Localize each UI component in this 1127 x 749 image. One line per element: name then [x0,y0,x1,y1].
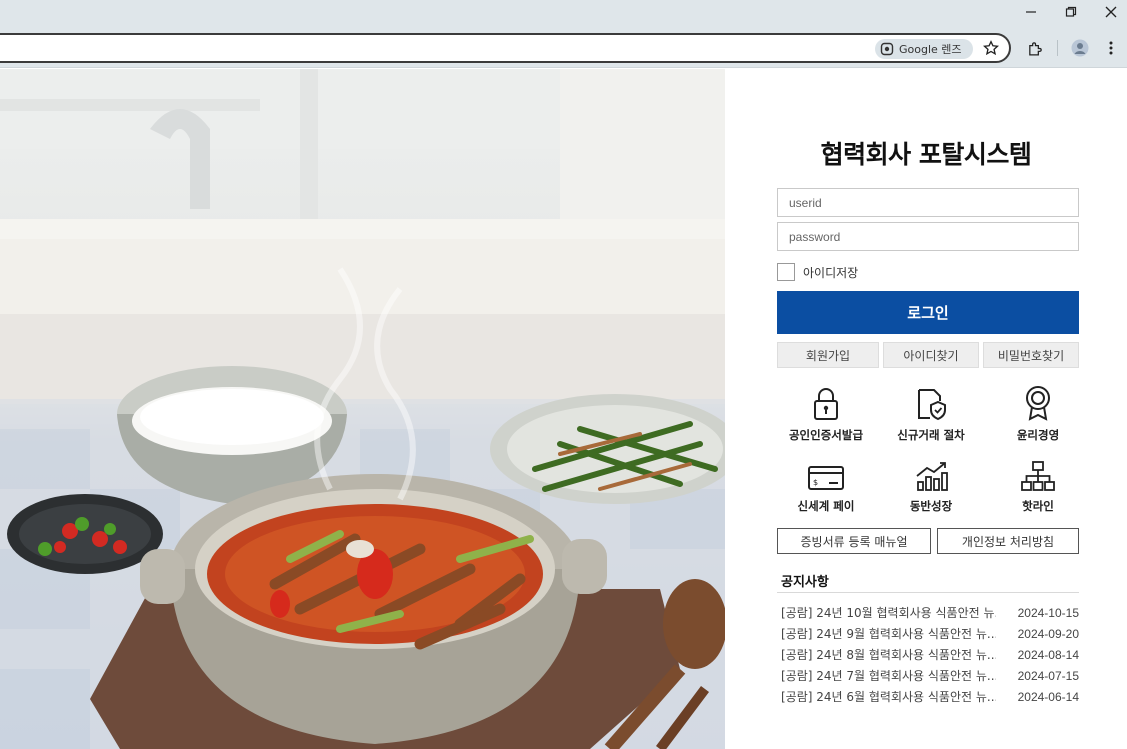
extensions-icon[interactable] [1025,38,1045,58]
notice-item-date: 2024-10-15 [1017,605,1079,620]
service-shinsegae-pay[interactable]: $ 신세계 페이 [771,456,881,514]
minimize-icon[interactable] [1011,0,1051,24]
notice-item-date: 2024-09-20 [1017,626,1079,641]
notice-item-title[interactable]: [공람] 24년 7월 협력회사용 식품안전 뉴... [781,667,996,684]
document-shield-icon [876,385,986,421]
lock-icon [771,385,881,421]
find-id-button[interactable]: 아이디찾기 [883,342,979,368]
service-label: 신세계 페이 [797,499,855,513]
notice-divider [777,592,1079,593]
remember-id-label: 아이디저장 [803,265,859,280]
notice-item-title[interactable]: [공람] 24년 6월 협력회사용 식품안전 뉴... [781,688,996,705]
notice-item[interactable]: [공람] 24년 7월 협력회사용 식품안전 뉴... 2024-07-15 [781,665,1079,686]
menu-kebab-icon[interactable] [1102,38,1120,58]
address-bar[interactable] [0,33,1011,63]
service-new-trade[interactable]: 신규거래 절차 [876,385,986,443]
service-hotline[interactable]: 핫라인 [983,456,1093,514]
org-chart-icon [983,456,1093,492]
award-badge-icon [983,385,1093,421]
browser-titlebar [0,0,1127,28]
notice-item-date: 2024-07-15 [1017,668,1079,683]
svg-text:$: $ [813,478,818,487]
bookmark-star-icon[interactable] [982,39,1000,57]
privacy-policy-button[interactable]: 개인정보 처리방침 [937,528,1079,554]
notice-item-title[interactable]: [공람] 24년 9월 협력회사용 식품안전 뉴... [781,625,996,642]
restore-icon[interactable] [1051,0,1091,24]
login-panel: 협력회사 포탈시스템 아이디저장 로그인 회원가입 아이디찾기 비밀번호찾기 공… [725,69,1127,749]
payment-card-icon: $ [771,456,881,492]
remember-id-checkbox[interactable] [777,263,795,281]
service-label: 윤리경영 [1016,428,1060,442]
notice-item[interactable]: [공람] 24년 9월 협력회사용 식품안전 뉴... 2024-09-20 [781,623,1079,644]
service-label: 동반성장 [909,499,953,513]
service-label: 핫라인 [1022,499,1054,513]
growth-chart-icon [876,456,986,492]
userid-input[interactable] [777,188,1079,217]
notice-item[interactable]: [공람] 24년 10월 협력회사용 식품안전 뉴... 2024-10-15 [781,602,1079,623]
notice-item-title[interactable]: [공람] 24년 8월 협력회사용 식품안전 뉴... [781,646,996,663]
notice-item-date: 2024-08-14 [1017,647,1079,662]
page-title: 협력회사 포탈시스템 [820,140,1032,169]
service-label: 신규거래 절차 [897,428,965,442]
google-lens-label: Google 렌즈 [899,43,962,56]
service-label: 공인인증서발급 [788,428,864,442]
notice-list: [공람] 24년 10월 협력회사용 식품안전 뉴... 2024-10-15 … [781,602,1079,707]
signup-button[interactable]: 회원가입 [777,342,879,368]
document-manual-button[interactable]: 증빙서류 등록 매뉴얼 [777,528,931,554]
notice-item-date: 2024-06-14 [1017,689,1079,704]
login-button[interactable]: 로그인 [777,291,1079,334]
service-certificate[interactable]: 공인인증서발급 [771,385,881,443]
close-icon[interactable] [1091,0,1127,24]
google-lens-icon [880,42,894,56]
service-win-win-growth[interactable]: 동반성장 [876,456,986,514]
notice-item[interactable]: [공람] 24년 8월 협력회사용 식품안전 뉴... 2024-08-14 [781,644,1079,665]
notice-item[interactable]: [공람] 24년 6월 협력회사용 식품안전 뉴... 2024-06-14 [781,686,1079,707]
profile-avatar-icon[interactable] [1070,38,1090,58]
hero-food-image [0,69,725,749]
password-input[interactable] [777,222,1079,251]
toolbar-separator [1057,40,1058,56]
notice-item-title[interactable]: [공람] 24년 10월 협력회사용 식품안전 뉴... [781,604,996,621]
remember-id-row[interactable]: 아이디저장 [777,262,858,282]
google-lens-button[interactable]: Google 렌즈 [875,39,973,59]
service-ethics[interactable]: 윤리경영 [983,385,1093,443]
find-password-button[interactable]: 비밀번호찾기 [983,342,1079,368]
notice-title: 공지사항 [781,575,829,590]
